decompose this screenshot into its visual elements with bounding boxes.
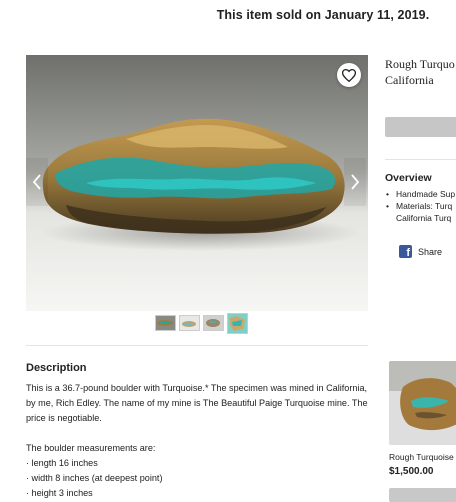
measurements-heading: The boulder measurements are:	[26, 443, 156, 453]
recommended-item-image[interactable]	[389, 361, 456, 445]
thumbnail-2[interactable]	[179, 315, 200, 331]
recommended-rock-image	[389, 361, 456, 445]
next-image-button[interactable]	[344, 158, 366, 206]
section-divider	[26, 345, 368, 346]
measurement-item: · length 16 inches	[26, 458, 98, 468]
overview-heading: Overview	[385, 172, 432, 184]
thumbnail-1[interactable]	[155, 315, 176, 331]
favorite-button[interactable]	[337, 63, 361, 87]
measurement-item: · width 8 inches (at deepest point)	[26, 473, 163, 483]
recommended-item-price: $1,500.00	[389, 466, 434, 477]
thumbnail-4[interactable]	[227, 313, 248, 334]
description-paragraph: This is a 36.7-pound boulder with Turquo…	[26, 383, 368, 423]
heart-icon	[342, 68, 356, 82]
turquoise-boulder-image	[26, 55, 368, 311]
chevron-right-icon	[351, 174, 360, 190]
facebook-icon: f	[399, 245, 412, 259]
overview-item: • Handmade Sup	[386, 189, 456, 199]
listing-title: Rough Turquo California	[385, 56, 456, 88]
sold-banner: This item sold on January 11, 2019.	[0, 8, 456, 22]
main-product-photo[interactable]	[26, 55, 368, 311]
description-body: This is a 36.7-pound boulder with Turquo…	[26, 381, 371, 501]
recommended-item-title[interactable]: Rough Turquoise	[389, 452, 454, 462]
thumbnail-strip	[155, 313, 248, 334]
chevron-left-icon	[32, 174, 41, 190]
thumbnail-3[interactable]	[203, 315, 224, 331]
overview-item: • Materials: Turq California Turq	[386, 201, 453, 223]
measurement-item: · height 3 inches	[26, 488, 93, 498]
overview-list: • Handmade Sup • Materials: Turq California…	[386, 188, 455, 224]
listing-title-line: Rough Turquo	[385, 57, 455, 71]
share-label: Share	[418, 246, 443, 257]
previous-image-button[interactable]	[26, 158, 48, 206]
facebook-share-button[interactable]: f Share	[399, 245, 443, 259]
sold-out-button[interactable]	[385, 117, 456, 137]
sold-date-text: This item sold on January 11, 2019.	[216, 8, 430, 22]
listing-title-line: California	[385, 73, 434, 87]
right-divider	[385, 159, 456, 160]
description-heading: Description	[26, 362, 87, 374]
